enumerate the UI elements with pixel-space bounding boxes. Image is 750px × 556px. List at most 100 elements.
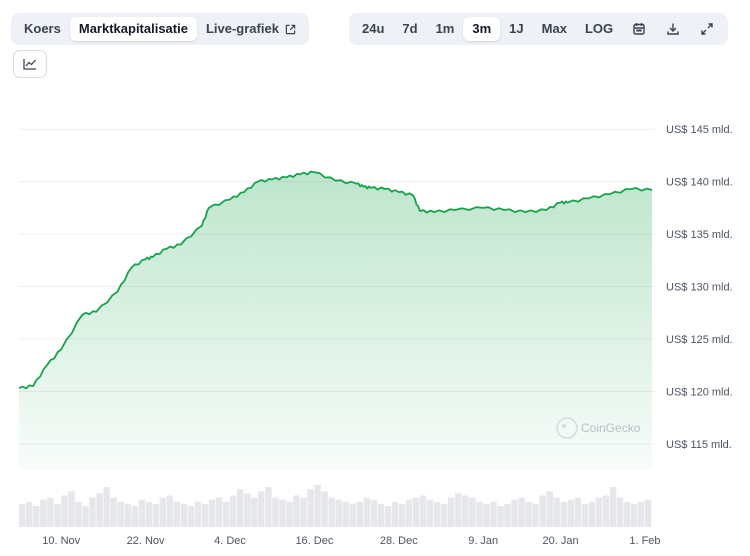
volume-bar <box>54 503 61 527</box>
volume-bar <box>328 497 335 527</box>
x-axis-labels: 10. Nov 22. Nov 4. Dec 16. Dec 28. Dec 9. Jan… <box>42 535 660 547</box>
volume-bar <box>581 503 589 527</box>
volume-bar <box>110 497 117 527</box>
volume-bar <box>483 503 490 527</box>
volume-bar <box>215 497 223 527</box>
volume-bar <box>272 497 279 527</box>
y-tick-label: US$ 125 mld. <box>666 334 733 346</box>
volume-bar <box>419 495 427 527</box>
volume-bar <box>19 503 26 527</box>
y-tick-label: US$ 120 mld. <box>666 386 733 398</box>
volume-bar <box>511 499 518 527</box>
volume-bar <box>349 503 356 527</box>
volume-bar <box>314 485 321 527</box>
y-tick-label: US$ 130 mld. <box>666 282 733 294</box>
volume-bar <box>363 497 370 527</box>
volume-bar <box>398 503 406 527</box>
x-tick-label: 1. Feb <box>629 535 660 547</box>
volume-bar <box>237 489 244 527</box>
volume-bar <box>103 487 110 527</box>
volume-bar <box>251 497 258 527</box>
volume-bar <box>342 501 349 527</box>
y-tick-label: US$ 135 mld. <box>666 229 733 241</box>
watermark-label: CoinGecko <box>581 421 641 435</box>
volume-bar <box>616 497 624 527</box>
volume-bar <box>405 499 413 527</box>
volume-bar <box>138 499 145 527</box>
volume-bar <box>370 499 378 527</box>
volume-bar <box>75 501 82 527</box>
volume-bar <box>539 495 546 527</box>
volume-bar <box>532 503 539 527</box>
volume-bar <box>26 501 33 527</box>
volume-bar <box>448 497 455 527</box>
volume-bar <box>286 501 293 527</box>
volume-bar <box>82 506 89 527</box>
volume-bar <box>434 501 441 527</box>
volume-bar <box>47 497 54 527</box>
volume-bar <box>630 503 638 527</box>
x-tick-label: 10. Nov <box>42 535 80 547</box>
volume-bar <box>33 506 40 527</box>
volume-bar <box>412 497 420 527</box>
volume-bar <box>180 503 188 527</box>
volume-bar <box>173 501 181 527</box>
y-tick-label: US$ 140 mld. <box>666 177 733 189</box>
volume-bar <box>356 501 363 527</box>
volume-bar <box>265 487 272 527</box>
volume-bar <box>124 503 131 527</box>
volume-bar <box>490 501 497 527</box>
volume-bar <box>609 487 617 527</box>
volume-bar <box>497 506 504 527</box>
volume-bar <box>89 497 96 527</box>
volume-bar <box>194 501 202 527</box>
volume-bar <box>637 501 645 527</box>
volume-bar <box>131 506 138 527</box>
volume-bar <box>96 493 103 527</box>
volume-bar <box>166 495 174 527</box>
volume-bar <box>335 499 342 527</box>
volume-bar <box>455 493 462 527</box>
volume-bar <box>602 495 610 527</box>
volume-bar <box>117 501 124 527</box>
volume-bar <box>201 503 209 527</box>
x-tick-label: 9. Jan <box>468 535 498 547</box>
market-cap-chart: US$ 145 mld. US$ 140 mld. US$ 135 mld. US$ … <box>18 124 733 547</box>
volume-bar <box>279 499 286 527</box>
volume-bar <box>159 497 167 527</box>
volume-bar <box>546 491 553 527</box>
volume-bar <box>377 503 385 527</box>
y-axis-labels: US$ 145 mld. US$ 140 mld. US$ 135 mld. US$ … <box>666 124 733 451</box>
x-tick-label: 16. Dec <box>295 535 333 547</box>
volume-bar <box>441 503 448 527</box>
volume-bar <box>152 503 159 527</box>
volume-bar <box>469 497 476 527</box>
volume-bar <box>525 501 532 527</box>
volume-bar <box>244 493 251 527</box>
volume-bar <box>504 503 511 527</box>
volume-bar <box>300 497 307 527</box>
volume-bar <box>68 491 75 527</box>
volume-bar <box>560 501 567 527</box>
volume-bar <box>574 497 581 527</box>
volume-bar <box>258 491 265 527</box>
x-tick-label: 4. Dec <box>214 535 246 547</box>
volume-bar <box>208 499 216 527</box>
volume-bar <box>384 506 392 527</box>
volume-bar <box>187 506 195 527</box>
volume-bar <box>40 499 47 527</box>
volume-bar <box>462 495 469 527</box>
volume-bar <box>567 499 574 527</box>
y-tick-label: US$ 145 mld. <box>666 124 733 136</box>
x-tick-label: 20. Jan <box>543 535 579 547</box>
volume-bar <box>595 497 603 527</box>
volume-bar <box>645 499 652 527</box>
volume-bar <box>61 495 68 527</box>
volume-bar <box>307 489 314 527</box>
x-tick-label: 22. Nov <box>127 535 165 547</box>
volume-bar <box>223 501 230 527</box>
volume-bar <box>293 495 300 527</box>
volume-bar <box>230 495 237 527</box>
volume-bar <box>321 491 328 527</box>
volume-bar <box>588 501 596 527</box>
